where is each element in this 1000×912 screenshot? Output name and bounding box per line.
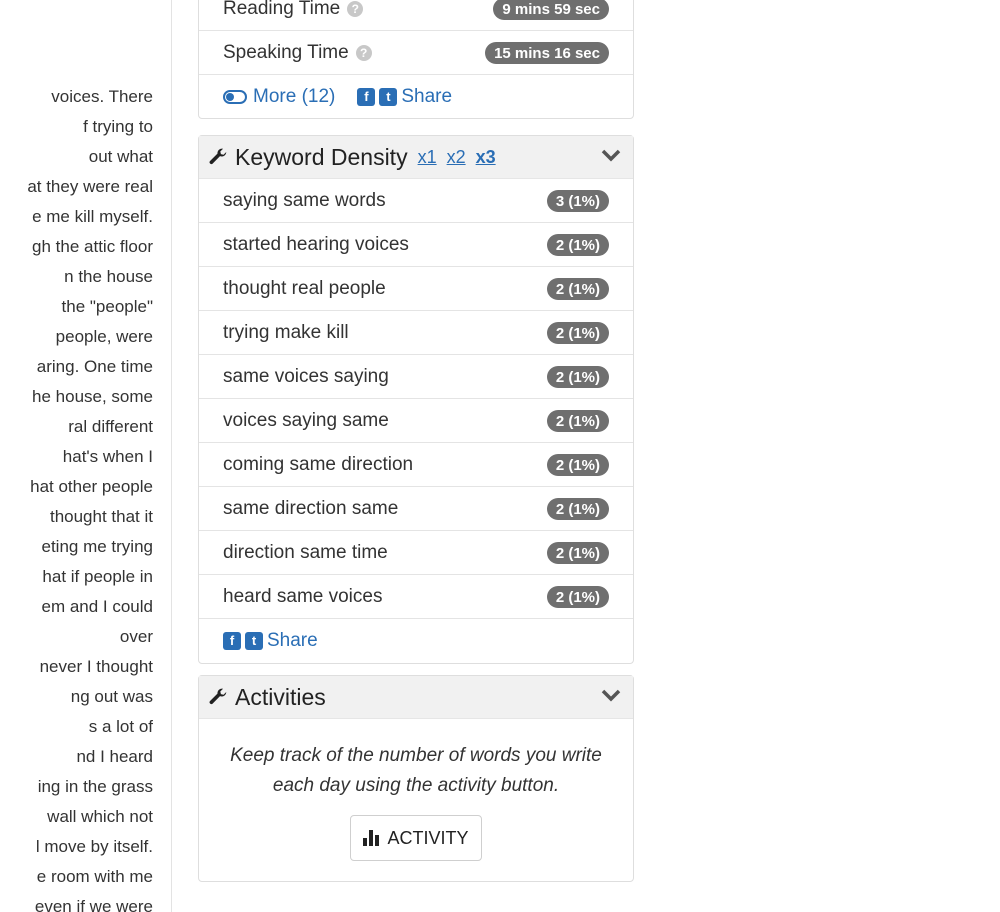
wrench-icon — [209, 688, 227, 705]
article-line: aring. One time — [36, 357, 153, 376]
article-text-column: voices. There f trying to out what at th… — [0, 0, 172, 912]
more-stats-label: More (12) — [253, 86, 336, 107]
keyword-count-badge: 2 (1%) — [546, 366, 609, 388]
keyword-phrase: coming same direction — [223, 453, 414, 475]
chevron-down-icon[interactable] — [601, 148, 621, 162]
activities-title: Activities — [235, 683, 326, 710]
article-line: hat other people — [30, 477, 153, 496]
article-line: hat's when I — [62, 447, 153, 466]
wrench-icon — [209, 148, 227, 165]
article-line: thought that it — [49, 507, 153, 526]
keyword-count-badge: 2 (1%) — [546, 498, 609, 520]
multiplier-x3[interactable]: x3 — [476, 147, 496, 168]
article-line: ng out was — [70, 687, 153, 706]
article-line: l move by itself. — [35, 837, 153, 856]
reading-time-label: Reading Time — [223, 0, 341, 19]
multiplier-x2[interactable]: x2 — [447, 147, 466, 168]
speaking-time-badge: 15 mins 16 sec — [485, 42, 609, 64]
multiplier-x1[interactable]: x1 — [418, 147, 437, 168]
article-line: out what — [88, 147, 153, 166]
keyword-row: heard same voices 2 (1%) — [199, 575, 633, 619]
article-line: f trying to — [83, 117, 153, 136]
keyword-row: voices saying same 2 (1%) — [199, 399, 633, 443]
activity-button-label: ACTIVITY — [387, 827, 469, 848]
article-line: even if we were — [34, 897, 153, 912]
help-icon[interactable]: ? — [355, 44, 372, 61]
article-line: over — [119, 627, 153, 646]
reading-time-row: Reading Time ? 9 mins 59 sec — [199, 0, 633, 31]
article-line: em and I could — [41, 597, 153, 616]
article-line: people, were — [55, 327, 153, 346]
article-line: e me kill myself. — [32, 207, 153, 226]
article-line: the "people" — [61, 297, 153, 316]
keyword-phrase: trying make kill — [223, 321, 349, 343]
speaking-time-label: Speaking Time — [223, 41, 349, 63]
share-link[interactable]: Share — [401, 86, 452, 108]
facebook-icon[interactable]: f — [223, 632, 241, 650]
keyword-row: direction same time 2 (1%) — [199, 531, 633, 575]
keyword-phrase: same direction same — [223, 497, 399, 519]
article-line: nd I heard — [76, 747, 153, 766]
keyword-phrase: thought real people — [223, 277, 386, 299]
keyword-count-badge: 2 (1%) — [546, 542, 609, 564]
article-line: never I thought — [39, 657, 153, 676]
article-line: n the house — [64, 267, 153, 286]
article-line: hat if people in — [42, 567, 153, 586]
twitter-icon[interactable]: t — [245, 632, 263, 650]
activity-button[interactable]: ACTIVITY — [350, 815, 482, 861]
keyword-phrase: voices saying same — [223, 409, 389, 431]
article-line: s a lot of — [88, 717, 153, 736]
article-line: ral different — [68, 417, 153, 436]
keyword-density-title: Keyword Density — [235, 143, 408, 170]
activities-panel: Activities Keep track of the number of w… — [198, 675, 634, 882]
activities-body: Keep track of the number of words you wr… — [199, 719, 633, 881]
keyword-row: same direction same 2 (1%) — [199, 487, 633, 531]
keyword-phrase: direction same time — [223, 541, 388, 563]
share-link[interactable]: Share — [267, 630, 318, 652]
twitter-icon[interactable]: t — [379, 88, 398, 106]
keyword-row: saying same words 3 (1%) — [199, 179, 633, 223]
help-icon[interactable]: ? — [347, 0, 364, 17]
keyword-count-badge: 2 (1%) — [546, 234, 609, 256]
reading-time-badge: 9 mins 59 sec — [493, 0, 609, 20]
keyword-count-badge: 2 (1%) — [546, 278, 609, 300]
keyword-row: trying make kill 2 (1%) — [199, 311, 633, 355]
activities-header[interactable]: Activities — [199, 676, 633, 719]
keyword-count-badge: 2 (1%) — [546, 410, 609, 432]
keyword-count-badge: 2 (1%) — [546, 454, 609, 476]
article-line: at they were real — [27, 177, 153, 196]
toggle-icon — [223, 90, 247, 104]
article-line: he house, some — [32, 387, 153, 406]
keyword-count-badge: 3 (1%) — [546, 190, 609, 212]
article-line: e room with me — [36, 867, 153, 886]
keyword-row: thought real people 2 (1%) — [199, 267, 633, 311]
article-line: voices. There — [51, 87, 153, 106]
article-line: gh the attic floor — [32, 237, 153, 256]
keyword-phrase: same voices saying — [223, 365, 389, 387]
keyword-row: coming same direction 2 (1%) — [199, 443, 633, 487]
article-line: eting me trying — [41, 537, 154, 556]
keyword-phrase: heard same voices — [223, 585, 383, 607]
activities-description: Keep track of the number of words you wr… — [230, 745, 602, 796]
article-line: ing in the grass — [37, 777, 153, 796]
keyword-density-panel: Keyword Density x1 x2 x3 saying same wor… — [198, 135, 634, 664]
stats-panel: Reading Time ? 9 mins 59 sec Speaking Ti… — [198, 0, 634, 119]
keyword-share-row: f t Share — [199, 619, 633, 663]
facebook-icon[interactable]: f — [357, 88, 376, 106]
speaking-time-row: Speaking Time ? 15 mins 16 sec — [199, 31, 633, 75]
bar-chart-icon — [363, 830, 380, 846]
chevron-down-icon[interactable] — [601, 688, 621, 702]
keyword-row: started hearing voices 2 (1%) — [199, 223, 633, 267]
keyword-count-badge: 2 (1%) — [546, 586, 609, 608]
keyword-phrase: saying same words — [223, 189, 386, 211]
keyword-count-badge: 2 (1%) — [546, 322, 609, 344]
keyword-phrase: started hearing voices — [223, 233, 409, 255]
keyword-row: same voices saying 2 (1%) — [199, 355, 633, 399]
keyword-density-header[interactable]: Keyword Density x1 x2 x3 — [199, 136, 633, 179]
more-stats-link[interactable]: More (12) — [223, 86, 335, 108]
article-line: wall which not — [47, 807, 153, 826]
more-share-row: More (12) f t Share — [199, 75, 633, 119]
